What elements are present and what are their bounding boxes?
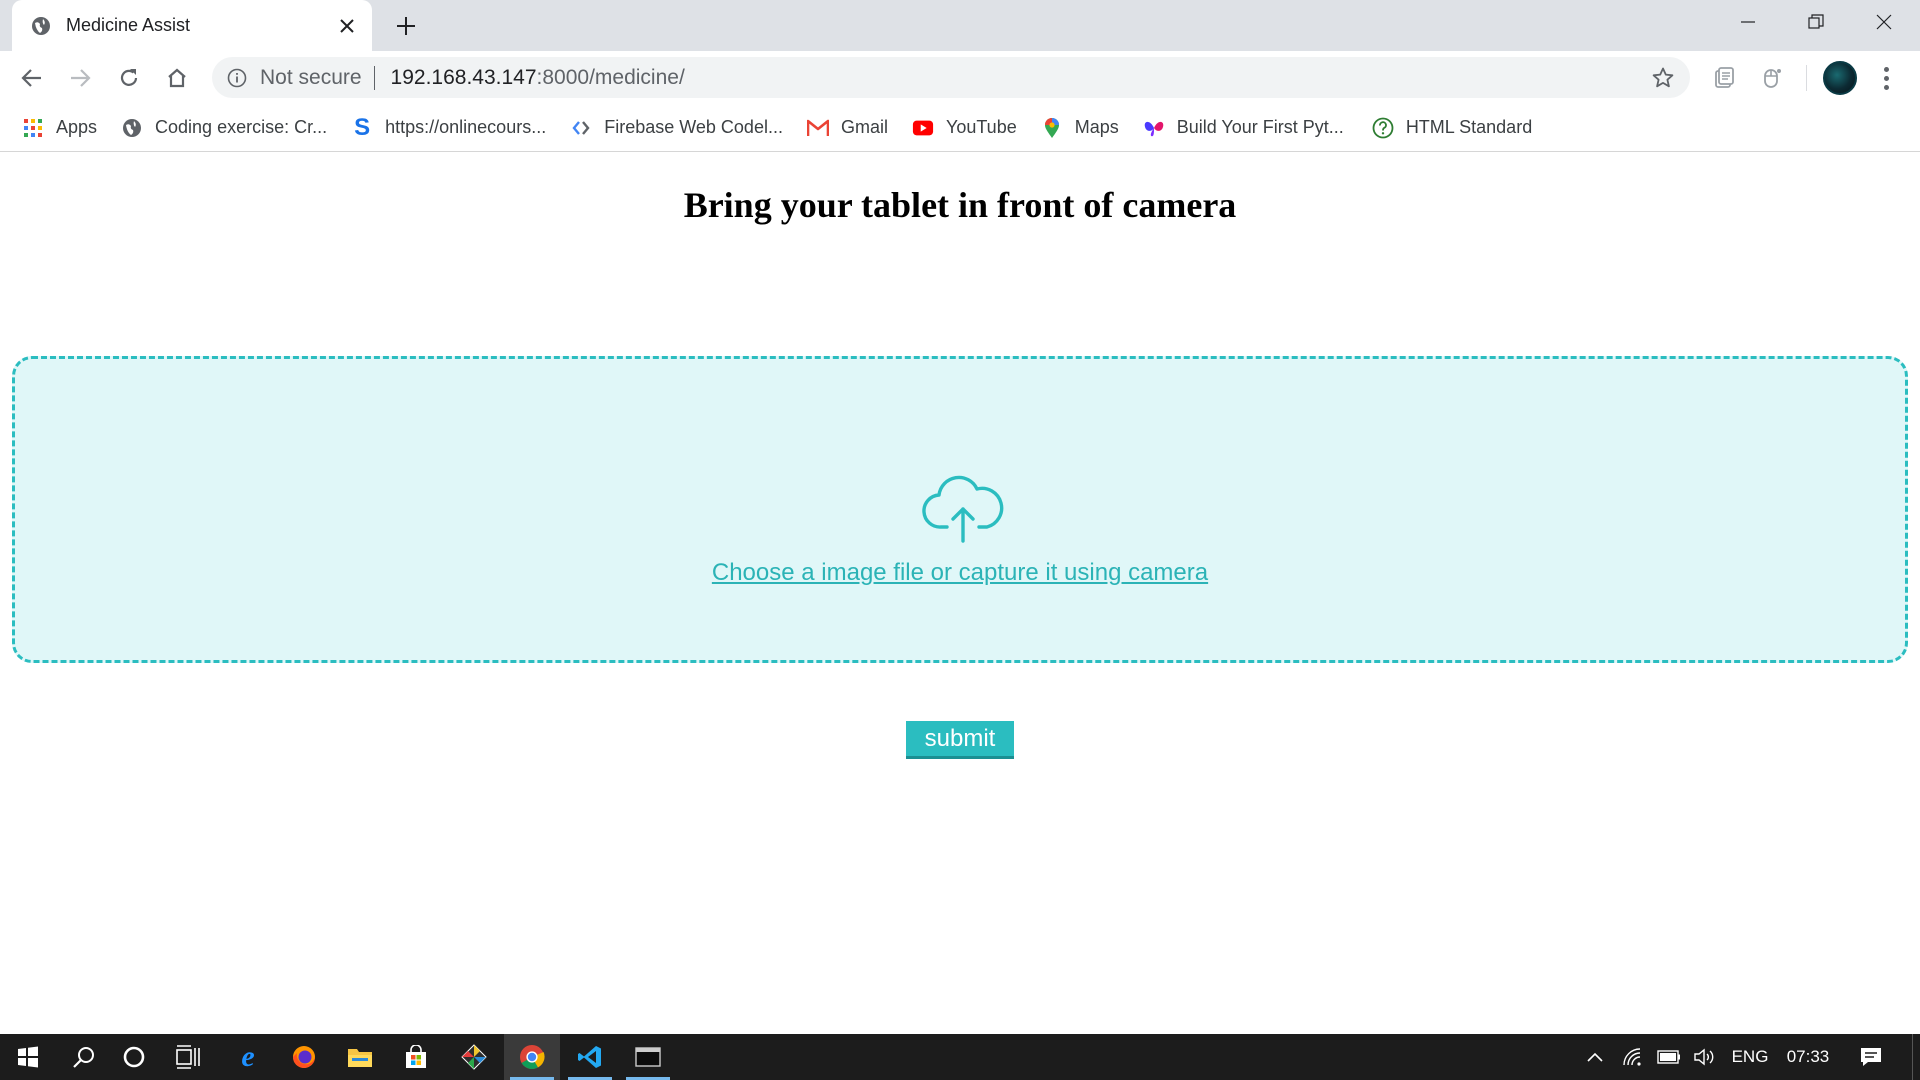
chrome-taskbar-icon[interactable] [504,1034,560,1080]
extension-mouse-icon[interactable] [1758,64,1786,92]
bookmark-label: HTML Standard [1405,117,1533,137]
clock[interactable]: 07:33 [1780,1034,1836,1080]
bookmark-label: YouTube [945,117,1017,137]
browser-tab[interactable]: Medicine Assist [12,0,372,51]
git-tool-icon[interactable] [446,1034,502,1080]
browser-toolbar: Not secure 192.168.43.147:8000/medicine/ [0,51,1920,104]
globe-icon [30,15,52,37]
bookmark-label: Coding exercise: Cr... [155,117,328,137]
security-label: Not secure [260,65,362,89]
tray-overflow-icon[interactable] [1580,1034,1610,1080]
cortana-icon[interactable] [106,1034,162,1080]
new-tab-button[interactable] [390,10,422,42]
page-title: Bring your tablet in front of camera [683,185,1237,225]
action-center-icon[interactable] [1854,1034,1888,1080]
bookmark-build-python[interactable]: Build Your First Pyt... [1131,108,1356,148]
bookmark-gmail[interactable]: Gmail [795,108,900,148]
firefox-icon[interactable] [276,1034,332,1080]
bookmarks-bar: Apps Coding exercise: Cr... S https://on… [0,104,1920,152]
bookmark-apps[interactable]: Apps [10,108,109,148]
codelabs-icon [570,117,592,139]
home-button[interactable] [160,61,194,95]
start-button[interactable] [0,1034,56,1080]
browser-menu-icon[interactable] [1874,63,1898,93]
task-view-icon[interactable] [160,1034,216,1080]
bookmark-label: Build Your First Pyt... [1176,117,1344,137]
bookmark-firebase-codelabs[interactable]: Firebase Web Codel... [558,108,795,148]
bookmark-youtube[interactable]: YouTube [900,108,1029,148]
butterfly-icon [1143,117,1165,139]
file-explorer-icon[interactable] [332,1034,388,1080]
browser-titlebar: Medicine Assist [0,0,1920,51]
toolbar-divider [1806,65,1807,91]
back-button[interactable] [15,61,49,95]
address-bar[interactable]: Not secure 192.168.43.147:8000/medicine/ [212,57,1690,98]
omnibox-divider [373,65,375,90]
forward-button[interactable] [63,61,97,95]
cloud-upload-icon [922,475,1004,543]
url-path: :8000/medicine/ [536,65,685,89]
minimize-button[interactable] [1714,0,1782,44]
submit-button[interactable]: submit [906,721,1014,759]
edge-icon[interactable]: e [220,1034,276,1080]
info-icon[interactable] [226,67,248,89]
bookmark-label: Gmail [840,117,888,137]
profile-avatar[interactable] [1823,61,1857,95]
bookmark-html-standard[interactable]: HTML Standard [1360,108,1544,148]
globe-icon [121,117,143,139]
upload-dropzone[interactable]: Choose a image file or capture it using … [12,356,1908,663]
store-icon[interactable] [388,1034,444,1080]
restore-button[interactable] [1782,0,1850,44]
url-text[interactable]: 192.168.43.147:8000/medicine/ [391,66,685,90]
bookmark-star-icon[interactable] [1650,65,1676,91]
bookmark-label: Maps [1074,117,1119,137]
volume-icon[interactable] [1690,1034,1720,1080]
s-logo-icon: S [354,113,371,141]
url-host: 192.168.43.147 [390,65,537,89]
question-circle-icon [1372,117,1394,139]
close-tab-icon[interactable] [332,11,362,41]
apps-grid-icon [22,117,44,139]
wifi-icon[interactable] [1618,1034,1648,1080]
battery-icon[interactable] [1654,1034,1684,1080]
maps-pin-icon [1041,117,1063,139]
choose-file-link[interactable]: Choose a image file or capture it using … [15,559,1905,587]
bookmark-label: Apps [56,117,98,137]
close-window-button[interactable] [1850,0,1918,44]
show-desktop-button[interactable] [1912,1034,1913,1080]
language-indicator[interactable]: ENG [1728,1034,1772,1080]
terminal-icon[interactable] [620,1034,676,1080]
bookmark-coding-exercise[interactable]: Coding exercise: Cr... [109,108,339,148]
extension-docs-icon[interactable] [1710,64,1738,92]
windows-taskbar: e ENG 07:33 [0,1034,1920,1080]
youtube-icon [912,117,934,139]
bookmark-maps[interactable]: Maps [1029,108,1131,148]
bookmark-onlinecourses[interactable]: S https://onlinecours... [339,108,558,148]
reload-button[interactable] [112,61,146,95]
bookmark-label: Firebase Web Codel... [604,117,783,137]
tab-title: Medicine Assist [66,15,191,35]
bookmark-label: https://onlinecours... [385,117,547,137]
vscode-icon[interactable] [562,1034,618,1080]
page-content: Bring your tablet in front of camera Cho… [0,153,1920,1033]
search-icon[interactable] [56,1034,112,1080]
gmail-icon [806,117,829,139]
